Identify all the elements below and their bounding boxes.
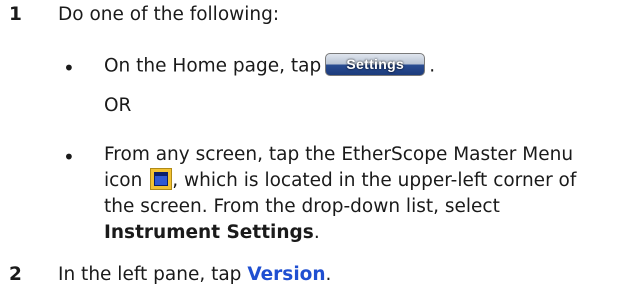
- bullet-2-line-3: the screen. From the drop-down list, sel…: [104, 196, 500, 217]
- bullet-1-period: .: [429, 55, 436, 77]
- etherscope-master-menu-icon[interactable]: [150, 168, 173, 190]
- step-2-text: In the left pane, tap: [58, 264, 242, 285]
- menu-icon-screen: [154, 172, 169, 186]
- bullet-1-line: On the Home page, tap Settings.: [104, 53, 436, 78]
- version-link[interactable]: Version: [247, 264, 325, 285]
- bullet-2-marker: •: [63, 145, 75, 169]
- settings-button[interactable]: Settings: [325, 53, 426, 76]
- bullet-1-marker: •: [63, 56, 75, 80]
- bullet-2-line-4: Instrument Settings.: [104, 222, 320, 243]
- settings-button-label: Settings: [346, 56, 405, 72]
- or-text: OR: [104, 95, 132, 116]
- instrument-settings-text: Instrument Settings: [104, 222, 314, 243]
- step-2-line: In the left pane, tap Version.: [58, 264, 331, 285]
- step-1-number: 1: [9, 4, 22, 25]
- bullet-1-text: On the Home page, tap: [104, 55, 322, 77]
- bullet-2-icon-word: icon: [104, 170, 143, 191]
- bullet-2-line-1: From any screen, tap the EtherScope Mast…: [104, 144, 574, 165]
- bullet-2-line-2: icon , which is located in the upper-lef…: [104, 168, 577, 192]
- step-1-text: Do one of the following:: [58, 4, 280, 25]
- bullet-2-period: .: [313, 222, 320, 243]
- step-2-number: 2: [9, 264, 22, 285]
- bullet-2-line-2-rest: , which is located in the upper-left cor…: [172, 170, 577, 191]
- step-2-period: .: [325, 264, 332, 285]
